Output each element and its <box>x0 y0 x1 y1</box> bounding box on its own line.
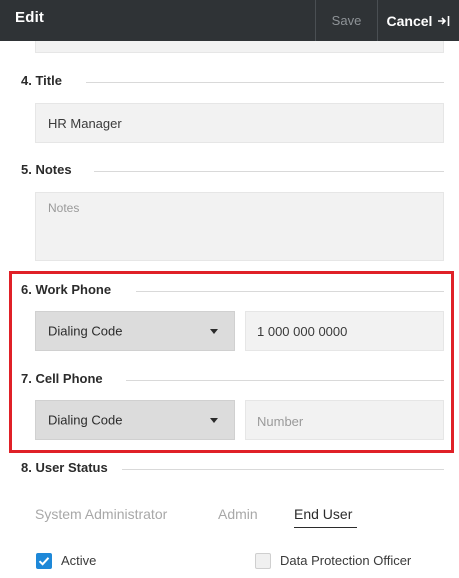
previous-field-input[interactable] <box>35 41 444 53</box>
header-bar: Edit Save Cancel <box>0 0 459 41</box>
work-phone-dialing-code-select[interactable]: Dialing Code <box>35 311 235 351</box>
selected-role-underline <box>294 527 357 528</box>
cancel-label: Cancel <box>386 12 433 29</box>
cancel-button[interactable]: Cancel <box>378 0 459 41</box>
notes-placeholder: Notes <box>48 201 80 215</box>
title-input[interactable]: HR Manager <box>35 103 444 143</box>
role-admin[interactable]: Admin <box>218 506 258 522</box>
title-heading: 4. Title <box>21 73 62 88</box>
cell-phone-heading: 7. Cell Phone <box>21 371 103 386</box>
work-dialing-code-label: Dialing Code <box>48 323 123 339</box>
section-divider <box>126 380 444 381</box>
cell-dialing-code-label: Dialing Code <box>48 412 123 428</box>
save-button[interactable]: Save <box>316 0 377 41</box>
panel-title: Edit <box>15 9 45 26</box>
dpo-label: Data Protection Officer <box>280 553 412 568</box>
edit-user-panel: Edit Save Cancel 4. Title HR Manager 5. … <box>0 0 459 578</box>
active-label: Active <box>61 553 97 568</box>
exit-arrow-icon <box>438 15 450 26</box>
section-divider <box>136 291 444 292</box>
role-system-administrator[interactable]: System Administrator <box>35 506 167 522</box>
active-checkbox[interactable] <box>36 553 52 569</box>
title-value: HR Manager <box>48 116 122 131</box>
work-phone-number-input[interactable]: 1 000 000 0000 <box>245 311 444 351</box>
role-end-user[interactable]: End User <box>294 506 352 522</box>
notes-textarea[interactable]: Notes <box>35 192 444 261</box>
dpo-checkbox[interactable] <box>255 553 271 569</box>
chevron-down-icon <box>210 329 218 334</box>
section-divider <box>122 469 444 470</box>
section-divider <box>94 171 444 172</box>
work-phone-number-value: 1 000 000 0000 <box>257 324 348 339</box>
cell-phone-dialing-code-select[interactable]: Dialing Code <box>35 400 235 440</box>
cell-phone-number-input[interactable]: Number <box>245 400 444 440</box>
section-divider <box>86 82 444 83</box>
notes-heading: 5. Notes <box>21 162 72 177</box>
chevron-down-icon <box>210 418 218 423</box>
user-status-heading: 8. User Status <box>21 460 108 475</box>
check-icon <box>38 557 50 566</box>
cell-phone-number-placeholder: Number <box>257 414 304 429</box>
work-phone-heading: 6. Work Phone <box>21 282 112 297</box>
